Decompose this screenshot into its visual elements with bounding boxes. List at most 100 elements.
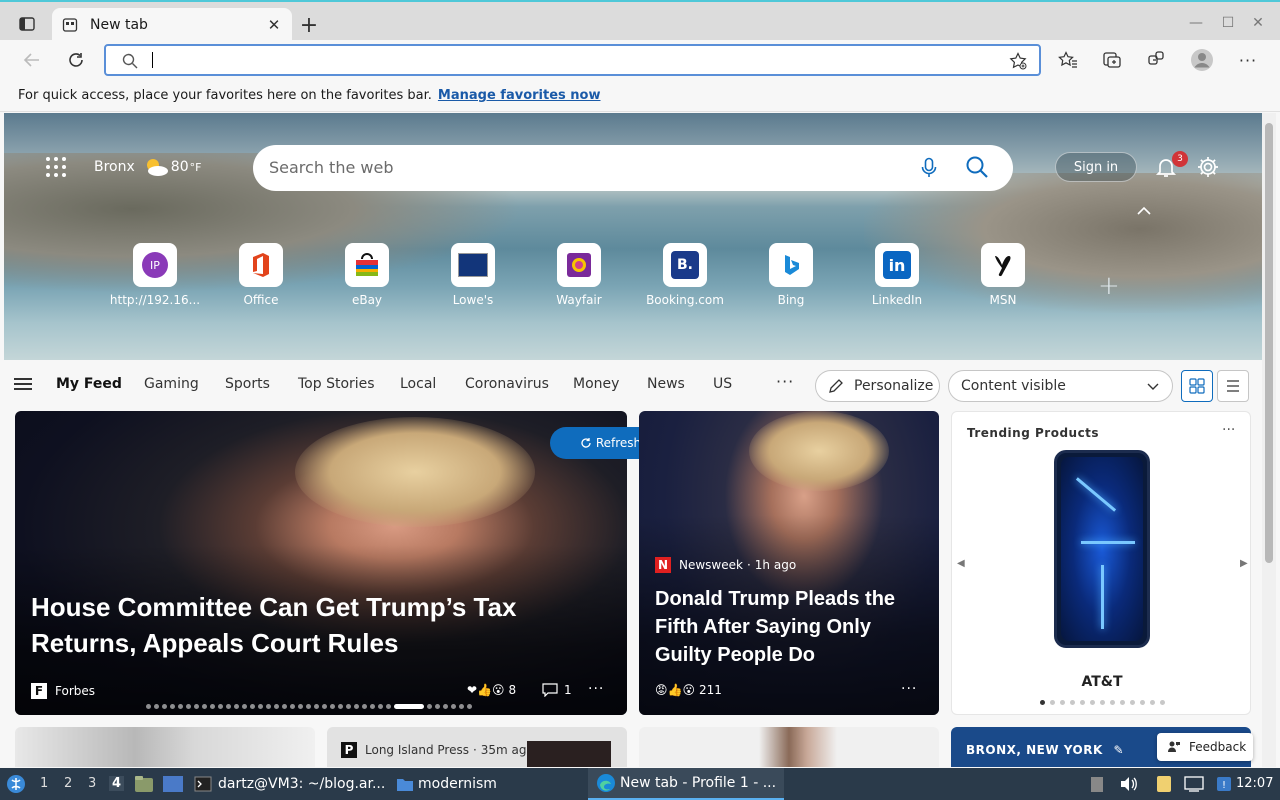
quick-link-linkedin[interactable]: in LinkedIn bbox=[849, 243, 945, 307]
quick-link-lowes[interactable]: Lowe's bbox=[425, 243, 521, 307]
add-favorite-icon[interactable] bbox=[1009, 52, 1027, 70]
quick-link-label: MSN bbox=[989, 293, 1017, 307]
collapse-chevron-icon[interactable] bbox=[1136, 205, 1152, 217]
minimize-icon[interactable]: — bbox=[1186, 14, 1206, 32]
settings-more-button[interactable]: ··· bbox=[1232, 46, 1264, 74]
app-launcher-icon[interactable] bbox=[44, 155, 68, 179]
page-settings-gear-icon[interactable] bbox=[1196, 155, 1220, 179]
tab-actions-button[interactable] bbox=[12, 12, 42, 36]
story-source[interactable]: N Newsweek · 1h ago bbox=[655, 557, 796, 573]
volume-icon[interactable] bbox=[1120, 776, 1138, 792]
close-tab-icon[interactable]: ✕ bbox=[266, 16, 282, 34]
story-more-icon[interactable]: ··· bbox=[588, 681, 604, 697]
taskbar-terminal[interactable]: dartz@VM3: ~/blog.ar... bbox=[194, 768, 385, 800]
story-headline[interactable]: Donald Trump Pleads the Fifth After Sayi… bbox=[655, 585, 925, 669]
comments[interactable]: 1 bbox=[542, 683, 572, 697]
manage-favorites-link[interactable]: Manage favorites now bbox=[438, 88, 601, 103]
story-more-icon[interactable]: ··· bbox=[901, 681, 917, 697]
product-phone-image[interactable] bbox=[1054, 450, 1150, 648]
trending-more-icon[interactable]: ··· bbox=[1222, 422, 1235, 438]
web-search-box[interactable]: Search the web bbox=[253, 145, 1013, 191]
maximize-icon[interactable]: ☐ bbox=[1218, 14, 1238, 32]
extensions-button[interactable] bbox=[1140, 46, 1172, 74]
personalize-label: Personalize bbox=[854, 378, 934, 394]
story-card-row2-3[interactable] bbox=[639, 727, 939, 767]
file-manager-launcher[interactable] bbox=[134, 768, 154, 800]
workspace-3[interactable]: 3 bbox=[88, 776, 96, 791]
clock[interactable]: 12:07 bbox=[1236, 776, 1273, 791]
new-tab-button[interactable]: + bbox=[298, 13, 320, 38]
feedback-button[interactable]: Feedback bbox=[1157, 733, 1253, 761]
weather-widget[interactable]: Bronx 80 °F bbox=[94, 157, 201, 177]
sign-in-button[interactable]: Sign in bbox=[1055, 152, 1137, 182]
feed-tab-local[interactable]: Local bbox=[400, 376, 436, 392]
scrollbar-thumb[interactable] bbox=[1265, 123, 1273, 563]
reactions[interactable]: ❤👍😮 8 bbox=[467, 683, 516, 697]
more-feed-tabs-icon[interactable]: ··· bbox=[776, 372, 794, 391]
quick-link-booking[interactable]: B. Booking.com bbox=[637, 243, 733, 307]
trending-products-card[interactable]: Trending Products ··· ◀ ▶ AT&T bbox=[951, 411, 1251, 715]
workspace-1[interactable]: 1 bbox=[40, 776, 48, 791]
story-source[interactable]: F Forbes bbox=[31, 683, 95, 699]
quick-link-label: Booking.com bbox=[646, 293, 724, 307]
edit-location-icon[interactable]: ✎ bbox=[1113, 743, 1124, 757]
source-name: Newsweek bbox=[679, 558, 743, 572]
feed-tab-my-feed[interactable]: My Feed bbox=[56, 376, 122, 392]
next-arrow-icon[interactable]: ▶ bbox=[1240, 558, 1248, 569]
address-bar[interactable] bbox=[104, 44, 1041, 76]
favorites-icon bbox=[1058, 51, 1077, 68]
story-card-row2-2[interactable]: P Long Island Press · 35m ag bbox=[327, 727, 627, 767]
local-location-label: BRONX, NEW YORK bbox=[966, 743, 1103, 757]
feed-tab-top-stories[interactable]: Top Stories bbox=[298, 376, 375, 392]
feed-menu-icon[interactable] bbox=[14, 378, 32, 392]
quick-link-bing[interactable]: Bing bbox=[743, 243, 839, 307]
personalize-button[interactable]: Personalize bbox=[815, 370, 940, 402]
collections-button[interactable] bbox=[1096, 46, 1128, 74]
start-menu-button[interactable] bbox=[6, 768, 26, 800]
quick-link-msn[interactable]: MSN bbox=[955, 243, 1051, 307]
story-photo bbox=[749, 411, 889, 491]
story-headline[interactable]: House Committee Can Get Trump’s Tax Retu… bbox=[31, 589, 591, 661]
refresh-button[interactable] bbox=[60, 46, 92, 74]
browser-toolbar: ··· bbox=[0, 40, 1280, 80]
quick-link-ip[interactable]: IP http://192.16... bbox=[107, 243, 203, 307]
grid-view-button[interactable] bbox=[1181, 370, 1213, 402]
story-card[interactable]: N Newsweek · 1h ago Donald Trump Pleads … bbox=[639, 411, 939, 715]
feed-tab-us[interactable]: US bbox=[713, 376, 732, 392]
reactions[interactable]: 😡👍😮 211 bbox=[655, 683, 722, 697]
add-shortcut-button[interactable]: + bbox=[1098, 271, 1120, 301]
search-submit-icon[interactable] bbox=[965, 155, 989, 179]
previous-arrow-icon[interactable]: ◀ bbox=[957, 558, 965, 569]
workspace-4[interactable]: 4 bbox=[109, 776, 125, 791]
notes-icon[interactable] bbox=[1156, 775, 1172, 793]
terminal-title: dartz@VM3: ~/blog.ar... bbox=[218, 776, 386, 792]
favorites-button[interactable] bbox=[1052, 46, 1084, 74]
story-card-row2-1[interactable] bbox=[15, 727, 315, 767]
back-button[interactable] bbox=[16, 46, 48, 74]
feed-tab-money[interactable]: Money bbox=[573, 376, 619, 392]
taskbar-browser[interactable]: New tab - Profile 1 - ... bbox=[588, 768, 785, 800]
close-window-icon[interactable]: ✕ bbox=[1248, 14, 1268, 32]
feed-tab-gaming[interactable]: Gaming bbox=[144, 376, 199, 392]
update-icon[interactable]: ! bbox=[1216, 776, 1232, 792]
feed-tab-news[interactable]: News bbox=[647, 376, 685, 392]
network-icon[interactable] bbox=[1184, 775, 1204, 793]
clipboard-icon[interactable] bbox=[1090, 775, 1104, 793]
quick-link-ebay[interactable]: eBay bbox=[319, 243, 415, 307]
quick-link-wayfair[interactable]: Wayfair bbox=[531, 243, 627, 307]
list-view-button[interactable] bbox=[1217, 370, 1249, 402]
taskbar-folder[interactable]: modernism bbox=[396, 768, 497, 800]
feed-tab-coronavirus[interactable]: Coronavirus bbox=[465, 376, 549, 392]
story-source[interactable]: P Long Island Press · 35m ag bbox=[341, 742, 527, 758]
profile-button[interactable] bbox=[1186, 46, 1218, 74]
desktop-launcher[interactable] bbox=[162, 768, 184, 800]
more-options-icon: ··· bbox=[1238, 50, 1258, 70]
active-tab[interactable]: New tab ✕ bbox=[52, 8, 292, 42]
quick-link-office[interactable]: Office bbox=[213, 243, 309, 307]
page-scrollbar[interactable] bbox=[1262, 113, 1276, 767]
content-visibility-dropdown[interactable]: Content visible bbox=[948, 370, 1173, 402]
feed-tab-sports[interactable]: Sports bbox=[225, 376, 270, 392]
microphone-icon[interactable] bbox=[921, 157, 937, 179]
top-story-card[interactable]: House Committee Can Get Trump’s Tax Retu… bbox=[15, 411, 627, 715]
workspace-2[interactable]: 2 bbox=[64, 776, 72, 791]
